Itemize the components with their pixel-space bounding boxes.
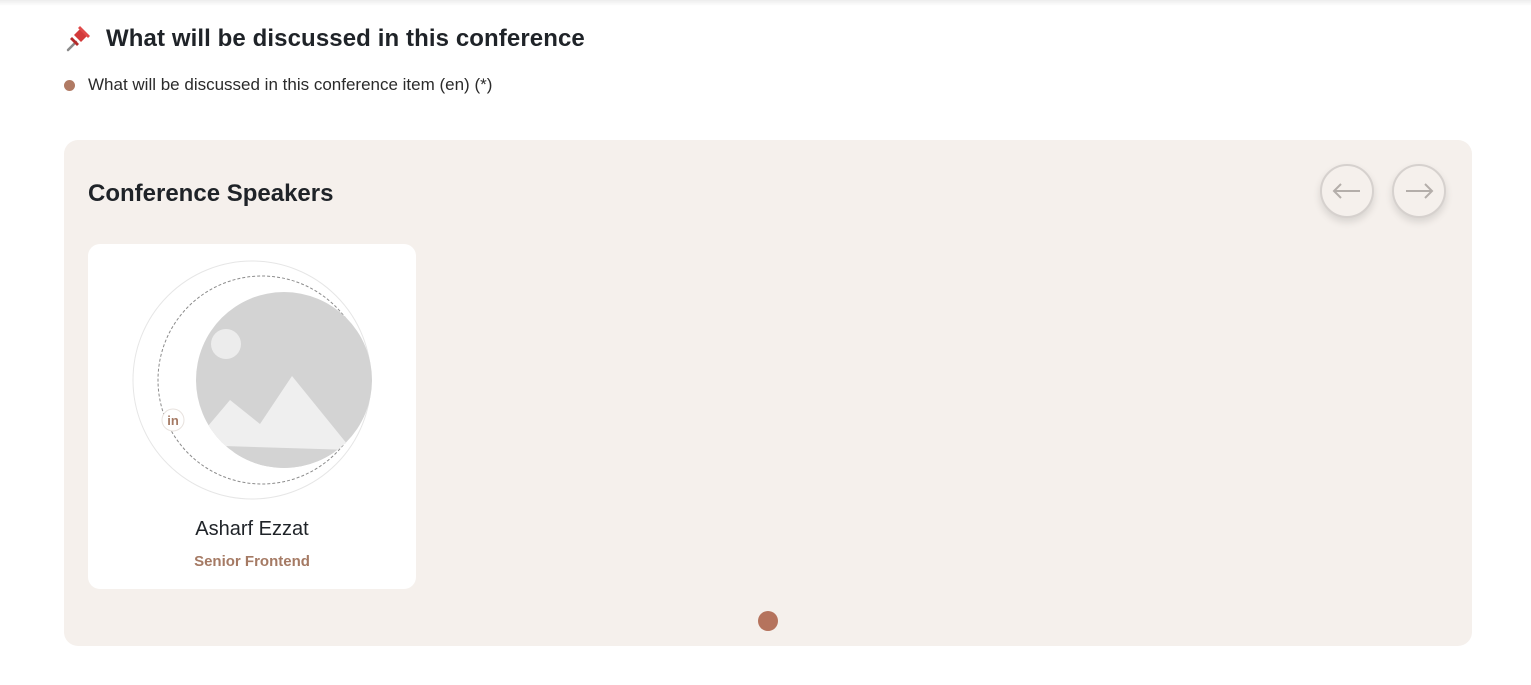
speaker-card[interactable]: in Asharf Ezzat Senior Frontend bbox=[88, 244, 416, 589]
next-slide-button[interactable] bbox=[1392, 164, 1446, 218]
discussion-title: What will be discussed in this conferenc… bbox=[106, 25, 585, 52]
bullet-dot bbox=[64, 79, 75, 91]
discussion-item-text: What will be discussed in this conferenc… bbox=[88, 75, 493, 94]
image-placeholder-icon bbox=[196, 292, 372, 468]
arrow-left-icon bbox=[1332, 183, 1360, 199]
speakers-title: Conference Speakers bbox=[88, 180, 334, 207]
header-shadow bbox=[0, 0, 1531, 6]
linkedin-label: in bbox=[167, 413, 179, 428]
speaker-role: Senior Frontend bbox=[194, 553, 310, 570]
carousel-pagination-dot[interactable] bbox=[758, 611, 778, 631]
speaker-avatar: in bbox=[132, 260, 372, 500]
pushpin-icon bbox=[66, 26, 90, 52]
arrow-right-icon bbox=[1406, 183, 1434, 199]
speakers-panel: Conference Speakers in Asharf Ezzat Seni… bbox=[64, 140, 1472, 646]
previous-slide-button[interactable] bbox=[1320, 164, 1374, 218]
discussion-list-item: What will be discussed in this conferenc… bbox=[64, 75, 492, 95]
discussion-heading: What will be discussed in this conferenc… bbox=[64, 24, 585, 54]
speaker-name: Asharf Ezzat bbox=[195, 518, 309, 540]
linkedin-icon[interactable]: in bbox=[161, 408, 185, 432]
